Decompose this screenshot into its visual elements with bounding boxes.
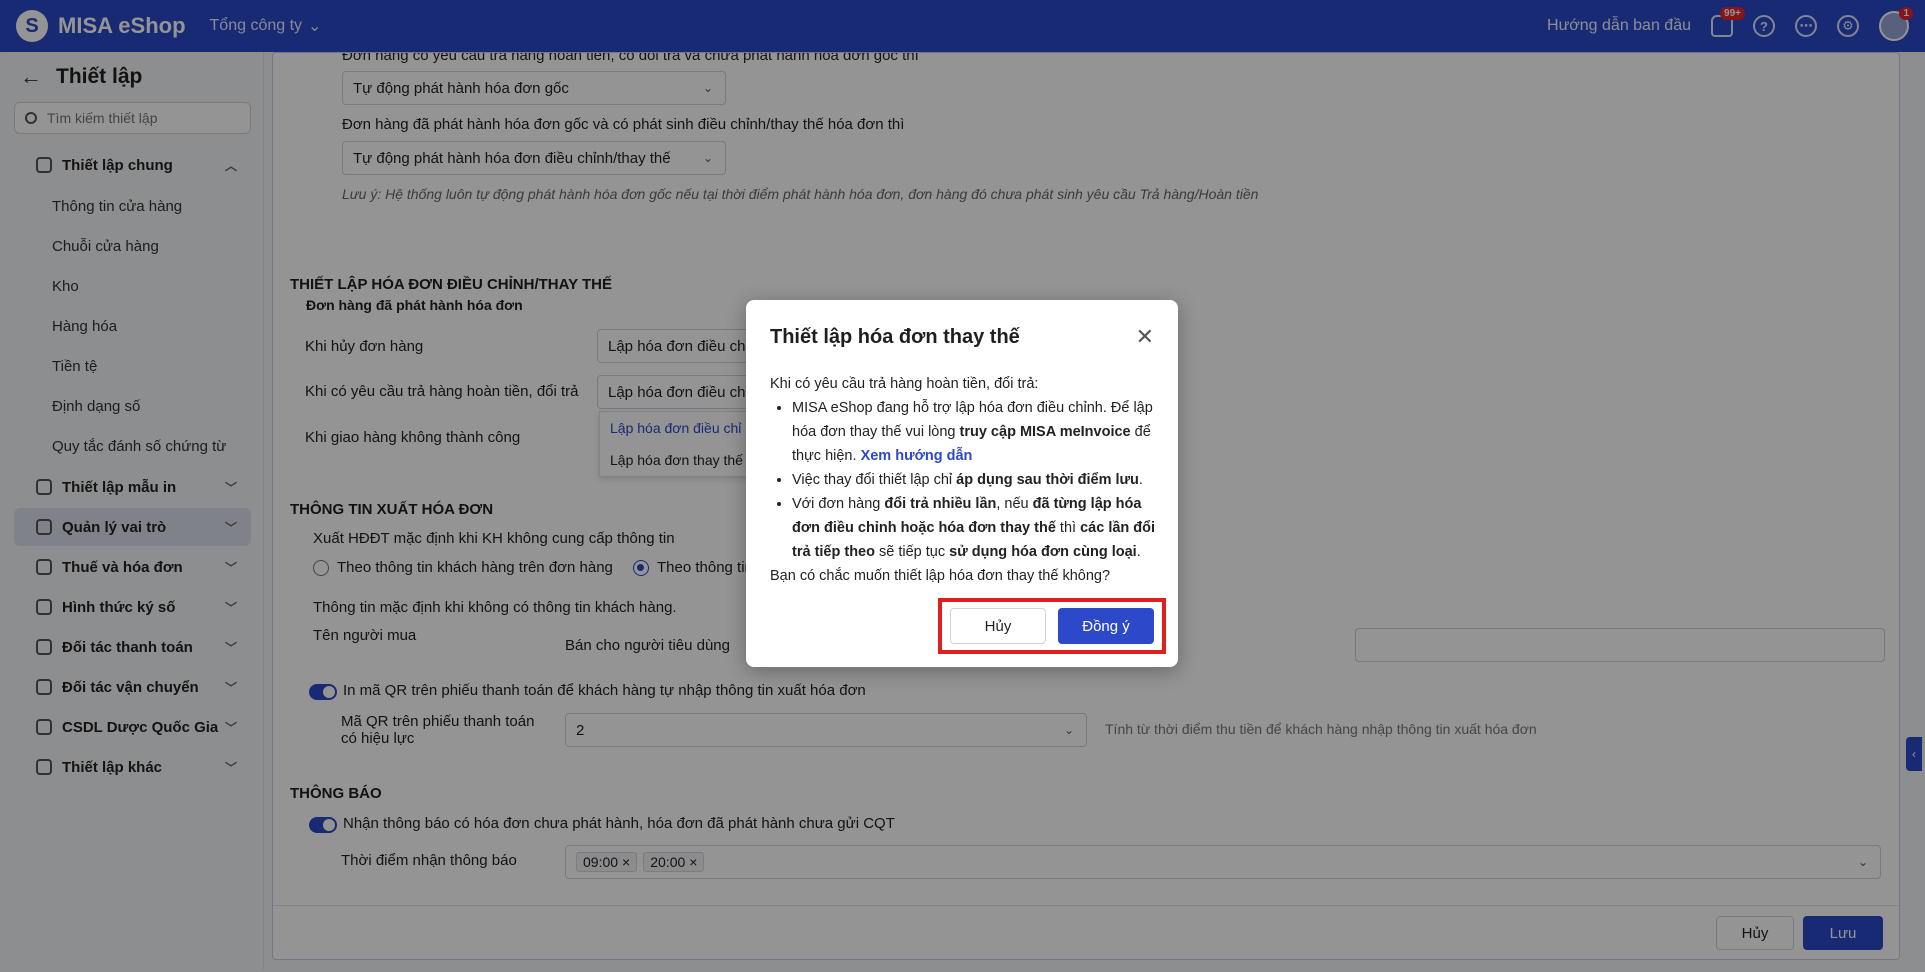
bullet-multiple-returns: Với đơn hàng đổi trả nhiều lần, nếu đã t…: [792, 492, 1162, 564]
dialog-cancel-button[interactable]: Hủy: [950, 608, 1046, 644]
dialog-intro: Khi có yêu cầu trả hàng hoàn tiền, đổi t…: [770, 376, 1039, 392]
close-icon[interactable]: ✕: [1136, 324, 1154, 350]
dialog-actions-highlight: Hủy Đồng ý: [938, 598, 1166, 654]
view-guide-link[interactable]: Xem hướng dẫn: [861, 448, 973, 464]
replace-invoice-dialog: Thiết lập hóa đơn thay thế ✕ Khi có yêu …: [746, 300, 1178, 667]
dialog-bullets: MISA eShop đang hỗ trợ lập hóa đơn điều …: [792, 396, 1162, 564]
dialog-body: Khi có yêu cầu trả hàng hoàn tiền, đổi t…: [770, 372, 1162, 588]
bullet-apply: Việc thay đổi thiết lập chỉ áp dụng sau …: [792, 468, 1162, 492]
dialog-question: Bạn có chắc muốn thiết lập hóa đơn thay …: [770, 568, 1111, 584]
bullet-support: MISA eShop đang hỗ trợ lập hóa đơn điều …: [792, 396, 1162, 468]
dialog-title: Thiết lập hóa đơn thay thế: [770, 326, 1020, 348]
dialog-confirm-button[interactable]: Đồng ý: [1058, 608, 1154, 644]
